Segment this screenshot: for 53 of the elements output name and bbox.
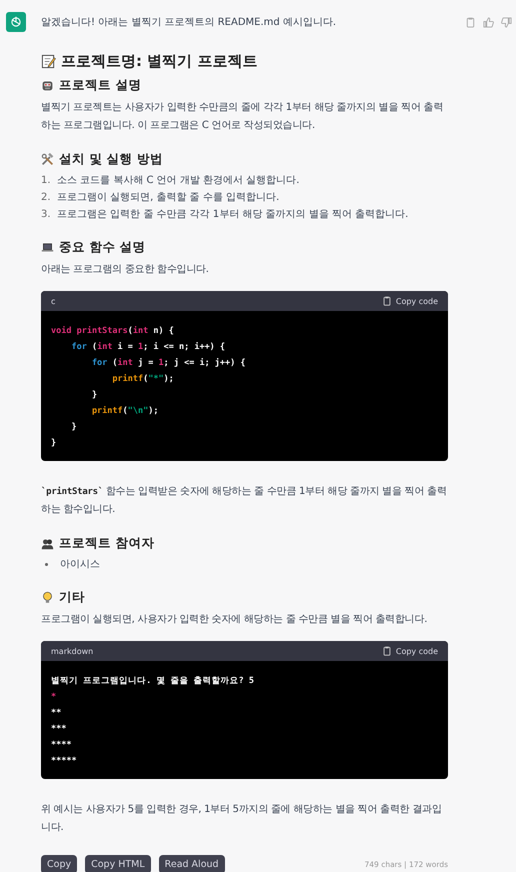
section-heading: 기타 xyxy=(59,589,85,606)
code-line: printf("\n"); xyxy=(90,405,160,418)
robot-icon xyxy=(41,79,54,92)
clipboard-icon xyxy=(382,296,392,306)
page-title: 프로젝트명: 별찍기 프로젝트 xyxy=(61,52,258,71)
action-button[interactable]: Copy HTML xyxy=(85,855,151,872)
action-button[interactable]: Read Aloud xyxy=(158,855,225,872)
code-line: } xyxy=(51,437,58,450)
action-button[interactable]: Copy xyxy=(41,855,78,872)
code-line: } xyxy=(70,421,78,434)
hammer-wrench-icon xyxy=(41,153,54,166)
paragraph: 아래는 프로그램의 중요한 함수입니다. xyxy=(41,263,210,277)
thumbs-up-icon[interactable] xyxy=(483,16,494,28)
people-icon xyxy=(41,537,54,550)
code-line: for (int i = 1; i <= n; i++) { xyxy=(70,341,226,354)
code-line: 별찍기 프로그램입니다. 몇 줄을 출력할까요? 5 xyxy=(51,675,255,688)
message-text: 알겠습니다! 아래는 별찍기 프로젝트의 README.md 예시입니다. xyxy=(41,16,336,29)
section-heading: 중요 함수 설명 xyxy=(59,239,146,256)
list-item: 프로그램이 실행되면, 출력할 줄 수를 입력합니다. xyxy=(57,191,280,205)
list-number: 2. xyxy=(41,191,51,205)
assistant-avatar-icon xyxy=(6,12,26,32)
code-line: * xyxy=(51,691,58,704)
code-language: c xyxy=(51,296,56,306)
memo-icon xyxy=(41,54,56,69)
list-number: 3. xyxy=(41,208,51,222)
laptop-icon xyxy=(41,241,54,254)
code-line: } xyxy=(90,389,98,402)
copy-icon[interactable] xyxy=(465,16,476,28)
code-line: printf("*"); xyxy=(111,373,175,386)
section-heading: 프로젝트 설명 xyxy=(59,77,142,94)
code-language: markdown xyxy=(51,646,94,656)
clipboard-icon xyxy=(382,646,392,656)
code-line: **** xyxy=(51,739,72,752)
paragraph: `printStars` 함수는 입력받은 숫자에 해당하는 줄 수만큼 1부터 해당 줄까지 별을 찍어 출력하는 함수입니다. xyxy=(41,485,448,517)
code-line: void printStars(int n) { xyxy=(51,325,175,338)
code-line: *** xyxy=(51,723,68,736)
copy-code-button[interactable]: Copy code xyxy=(382,646,438,656)
bullet-icon xyxy=(45,563,48,566)
code-line: ***** xyxy=(51,755,78,768)
list-item: 아이시스 xyxy=(60,558,100,572)
list-item: 소스 코드를 복사해 C 언어 개발 환경에서 실행합니다. xyxy=(57,174,300,188)
thumbs-down-icon[interactable] xyxy=(501,16,512,28)
paragraph: 별찍기 프로젝트는 사용자가 입력한 수만큼의 줄에 각각 1부터 해당 줄까지의 별을 찍어 출력하는 프로그램입니다. 이 프로그램은 C 언어로 작성되었습니다. xyxy=(41,101,444,133)
section-heading: 프로젝트 참여자 xyxy=(59,535,154,552)
paragraph: 위 예시는 사용자가 5를 입력한 경우, 1부터 5까지의 줄에 해당하는 별을 찍어 출력한 결과입니다. xyxy=(41,803,443,835)
copy-code-button[interactable]: Copy code xyxy=(382,296,438,306)
list-item: 프로그램은 입력한 줄 수만큼 각각 1부터 해당 줄까지의 별을 찍어 출력합니다. xyxy=(57,208,408,222)
code-line: ** xyxy=(51,707,62,720)
light-bulb-icon xyxy=(41,591,54,604)
code-line: for (int j = 1; j <= i; j++) { xyxy=(90,357,247,370)
list-number: 1. xyxy=(41,174,51,188)
paragraph: 프로그램이 실행되면, 사용자가 입력한 숫자에 해당하는 줄 수만큼 별을 찍어 출력합니다. xyxy=(41,613,428,627)
section-heading: 설치 및 실행 방법 xyxy=(59,151,164,168)
